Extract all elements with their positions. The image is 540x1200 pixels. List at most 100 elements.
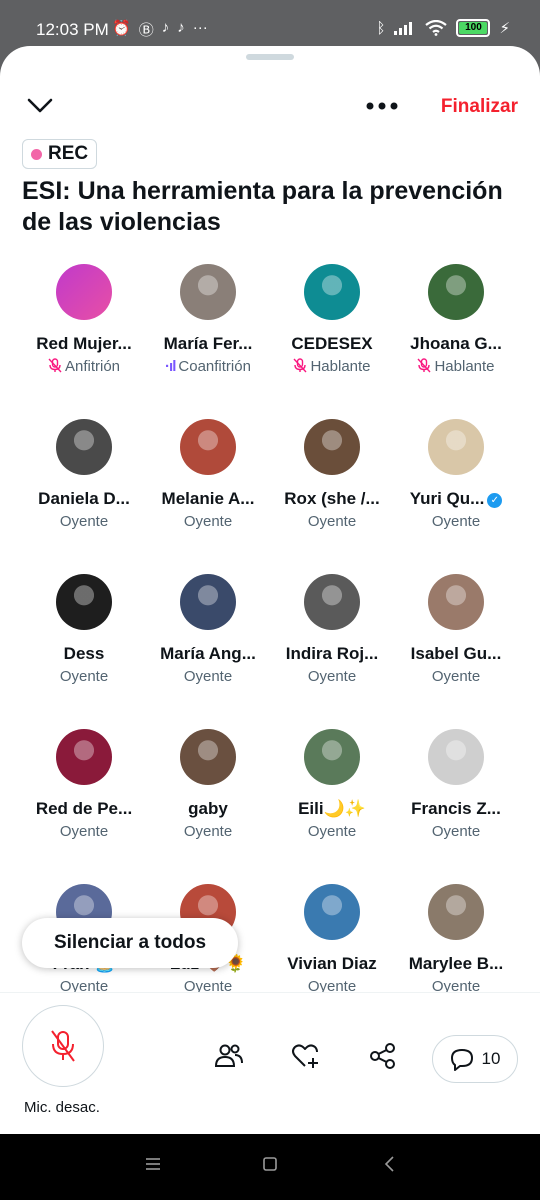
participant-name: CEDESEX	[270, 334, 394, 354]
more-options-icon[interactable]	[366, 102, 398, 110]
participant-name-text: Jhoana G...	[410, 334, 502, 353]
menu-icon[interactable]	[145, 1156, 161, 1172]
participant-cell[interactable]: Isabel Gu... Oyente	[394, 571, 518, 721]
b-app-icon: Ⓑ	[138, 22, 154, 39]
participant-cell[interactable]: Francis Z... Oyente	[394, 726, 518, 876]
avatar[interactable]	[428, 729, 484, 785]
avatar[interactable]	[56, 574, 112, 630]
avatar[interactable]	[304, 729, 360, 785]
signal-icon	[394, 22, 413, 35]
participant-cell[interactable]: María Ang... Oyente	[146, 571, 270, 721]
avatar[interactable]	[56, 264, 112, 320]
avatar[interactable]	[304, 264, 360, 320]
participant-name: gaby	[146, 799, 270, 819]
mic-off-icon	[417, 358, 431, 375]
participant-name-text: Eili🌙✨	[298, 799, 366, 818]
participant-role-text: Oyente	[59, 668, 109, 685]
participant-role-text: Oyente	[307, 513, 357, 530]
participant-role-text: Hablante	[434, 358, 495, 375]
chevron-down-icon[interactable]	[24, 94, 56, 118]
avatar[interactable]	[180, 264, 236, 320]
participant-name: Dess	[22, 644, 146, 664]
avatar[interactable]	[428, 419, 484, 475]
recording-dot-icon	[31, 148, 42, 160]
participant-name: Red de Pe...	[22, 799, 146, 819]
participant-cell[interactable]: Jhoana G... Hablante	[394, 261, 518, 411]
participant-role-text: Oyente	[183, 513, 233, 530]
avatar[interactable]	[180, 574, 236, 630]
replies-button[interactable]: 10	[432, 1035, 518, 1083]
participant-name-text: María Fer...	[163, 334, 253, 353]
participant-role-text: Oyente	[183, 668, 233, 685]
back-icon[interactable]	[382, 1156, 398, 1172]
participant-cell[interactable]: Daniela D... Oyente	[22, 416, 146, 566]
tiktok-icon: ♪	[161, 19, 170, 36]
participant-name: Rox (she /...	[270, 489, 394, 509]
participant-name-text: Francis Z...	[411, 799, 501, 818]
recording-badge: REC	[22, 139, 98, 169]
participant-role: Oyente	[22, 513, 146, 530]
participant-role-text: Coanfitrión	[178, 358, 251, 375]
participant-cell[interactable]: Indira Roj... Oyente	[270, 571, 394, 721]
participant-role: Oyente	[270, 823, 394, 840]
participant-role: Oyente	[22, 823, 146, 840]
avatar[interactable]	[180, 729, 236, 785]
participant-cell[interactable]: gaby Oyente	[146, 726, 270, 876]
participant-cell[interactable]: Red de Pe... Oyente	[22, 726, 146, 876]
participant-cell[interactable]: CEDESEX Hablante	[270, 261, 394, 411]
end-space-button[interactable]: Finalizar	[441, 96, 518, 118]
participant-role-text: Oyente	[431, 668, 481, 685]
space-sheet: Finalizar REC ESI: Una herramienta para …	[0, 46, 540, 1134]
participant-name: Indira Roj...	[270, 644, 394, 664]
avatar[interactable]	[428, 884, 484, 940]
avatar[interactable]	[180, 419, 236, 475]
people-icon[interactable]	[214, 1041, 244, 1071]
avatar[interactable]	[428, 264, 484, 320]
participant-name: Red Mujer...	[22, 334, 146, 354]
participant-name: Vivian Diaz	[270, 954, 394, 974]
participant-name: Jhoana G...	[394, 334, 518, 354]
participant-role-text: Oyente	[59, 823, 109, 840]
status-notification-icons: ⏰ Ⓑ ♪ ♪ ···	[112, 19, 208, 40]
participant-name-text: María Ang...	[160, 644, 256, 663]
participant-role: Oyente	[270, 513, 394, 530]
share-icon[interactable]	[368, 1041, 398, 1071]
participant-role: Oyente	[394, 513, 518, 530]
status-system-icons: ᛒ 100 ⚡	[376, 19, 510, 37]
home-icon[interactable]	[262, 1156, 278, 1172]
participant-role-text: Hablante	[310, 358, 371, 375]
avatar[interactable]	[304, 419, 360, 475]
drag-handle[interactable]	[246, 54, 294, 60]
mic-status-label: Mic. desac.	[24, 1099, 100, 1116]
participant-cell[interactable]: Red Mujer... Anfitrión	[22, 261, 146, 411]
participant-role: Anfitrión	[22, 358, 146, 375]
participant-name-text: Isabel Gu...	[410, 644, 502, 663]
participant-role-text: Oyente	[307, 823, 357, 840]
participant-name-text: CEDESEX	[291, 334, 373, 353]
mic-off-icon	[48, 358, 62, 375]
heart-plus-icon[interactable]	[290, 1041, 320, 1071]
mic-toggle-button[interactable]	[22, 1005, 104, 1087]
avatar[interactable]	[56, 419, 112, 475]
participant-cell[interactable]: Yuri Qu... ✓ Oyente	[394, 416, 518, 566]
avatar[interactable]	[428, 574, 484, 630]
avatar[interactable]	[56, 729, 112, 785]
participant-cell[interactable]: Melanie A... Oyente	[146, 416, 270, 566]
mute-all-button[interactable]: Silenciar a todos	[22, 918, 238, 968]
tiktok-icon: ♪	[177, 19, 185, 36]
participant-cell[interactable]: Dess Oyente	[22, 571, 146, 721]
participant-cell[interactable]: Eili🌙✨ Oyente	[270, 726, 394, 876]
avatar[interactable]	[304, 884, 360, 940]
participant-cell[interactable]: Rox (she /... Oyente	[270, 416, 394, 566]
battery-level: 100	[459, 22, 488, 34]
participant-name-text: gaby	[188, 799, 228, 818]
avatar[interactable]	[304, 574, 360, 630]
alarm-icon: ⏰	[112, 20, 131, 37]
participant-role: Hablante	[270, 358, 394, 375]
participant-name: Daniela D...	[22, 489, 146, 509]
participant-name: María Ang...	[146, 644, 270, 664]
participant-name-text: Indira Roj...	[285, 644, 379, 663]
comment-icon	[450, 1049, 473, 1071]
participant-name: Marylee B...	[394, 954, 518, 974]
participant-cell[interactable]: María Fer... ·ıl Coanfitrión	[146, 261, 270, 411]
